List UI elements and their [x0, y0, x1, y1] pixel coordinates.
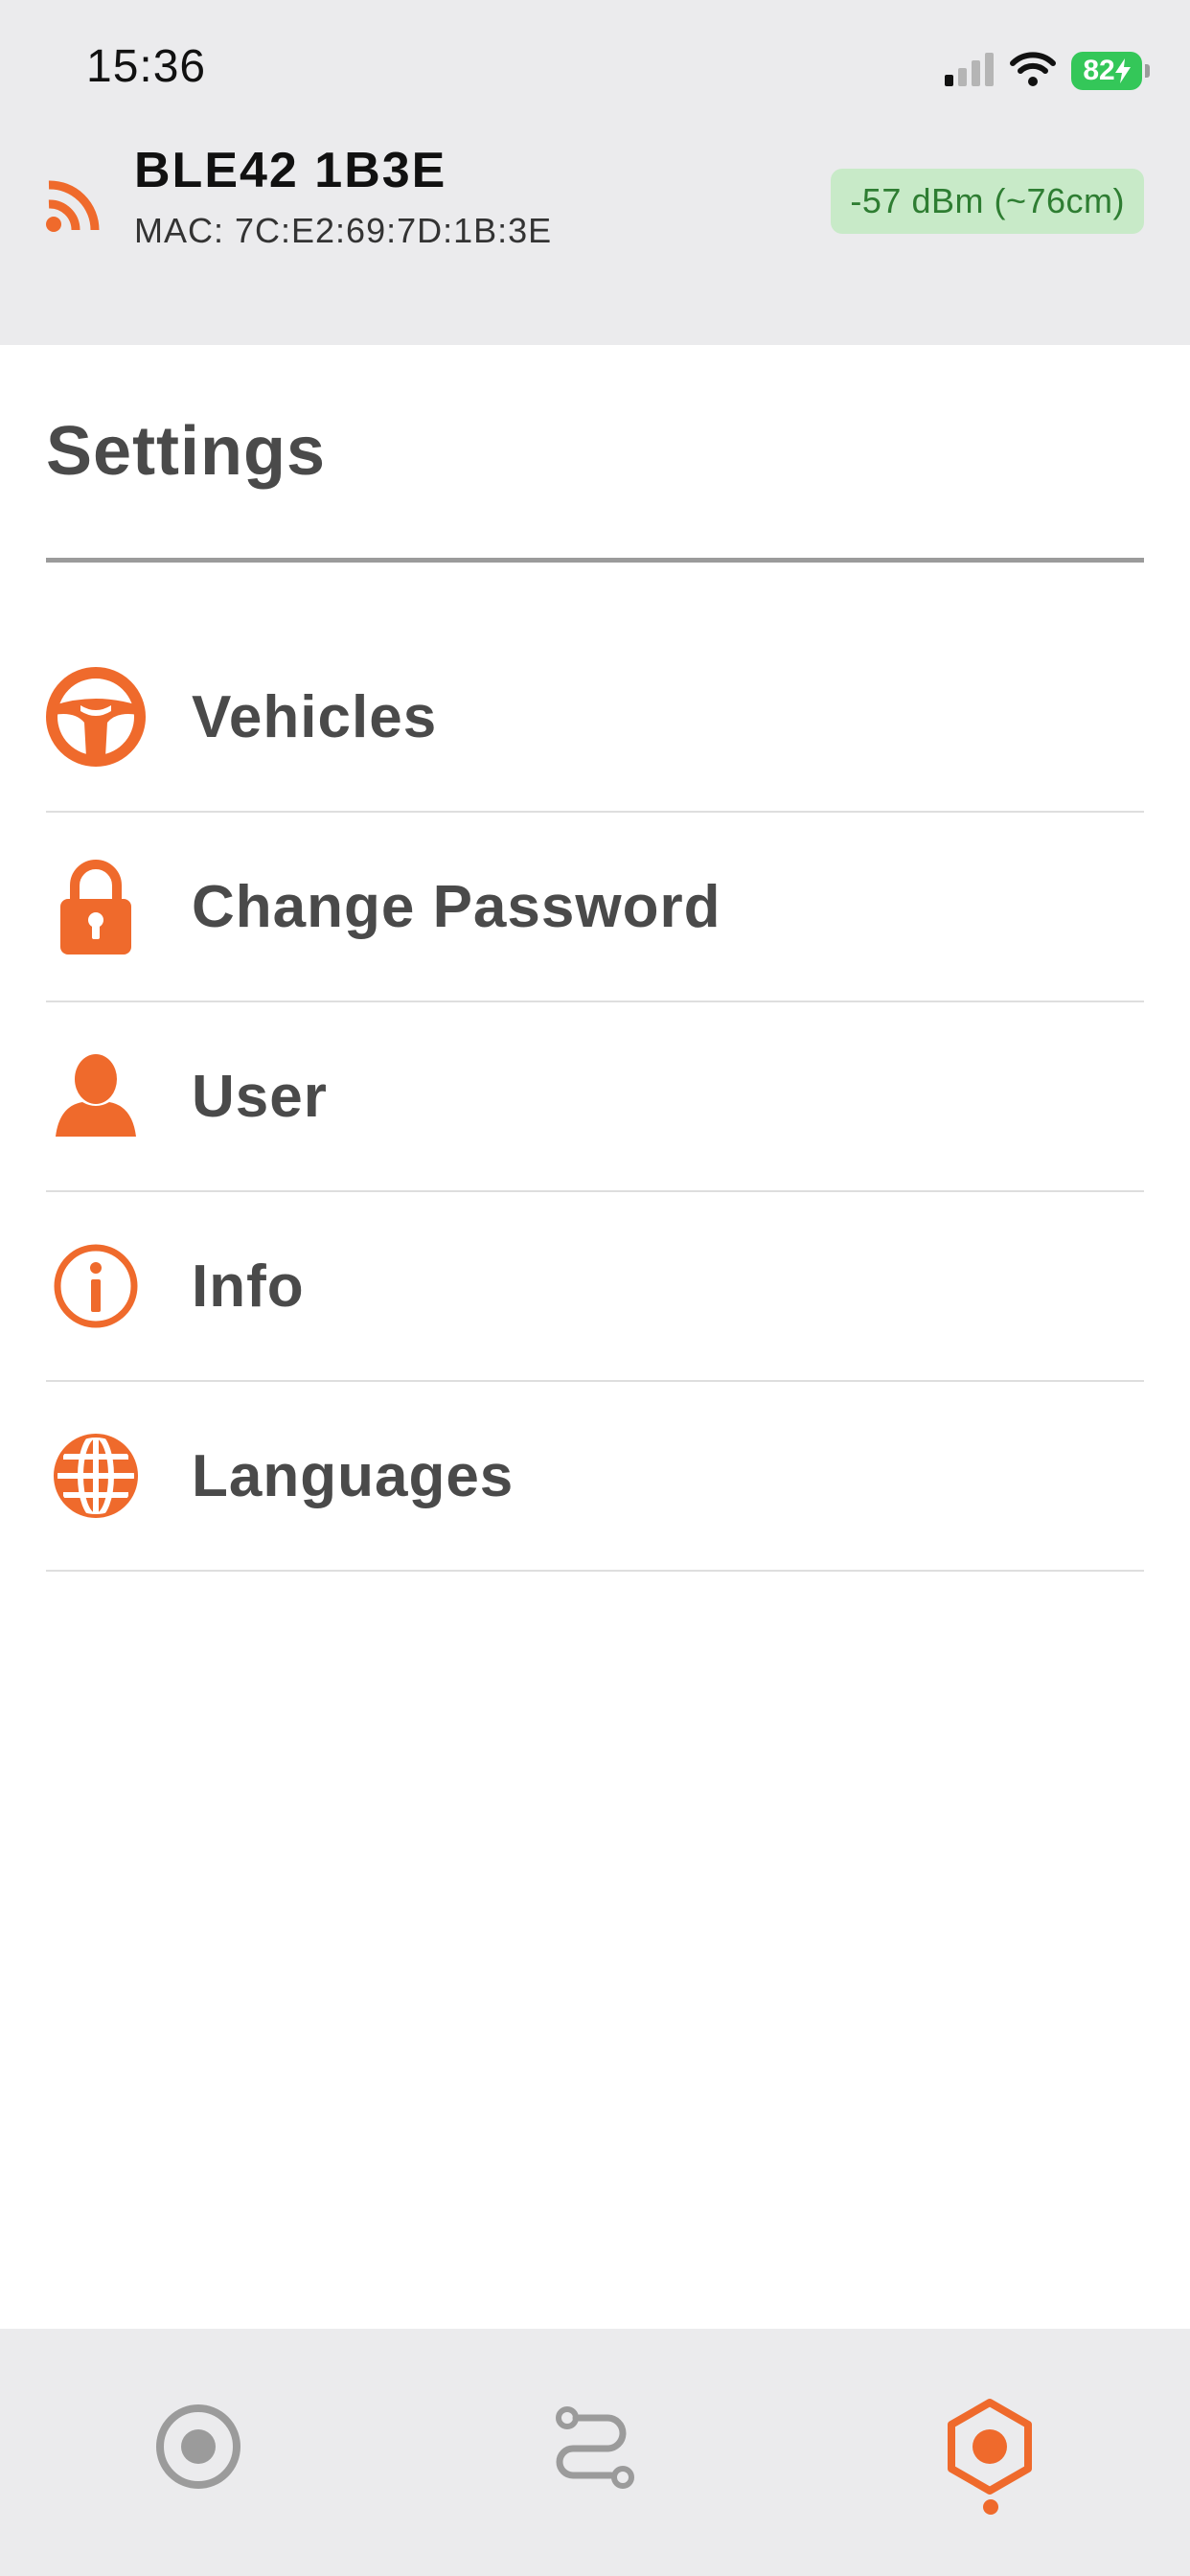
menu-item-change-password[interactable]: Change Password — [46, 813, 1144, 1002]
menu-item-vehicles[interactable]: Vehicles — [46, 623, 1144, 813]
route-icon — [548, 2401, 640, 2497]
tab-record[interactable] — [136, 2386, 261, 2511]
device-text: BLE42 1B3E MAC: 7C:E2:69:7D:1B:3E — [134, 143, 553, 251]
tab-route[interactable] — [532, 2386, 656, 2511]
rssi-badge: -57 dBm (~76cm) — [831, 169, 1144, 234]
battery-charging-icon: 82 — [1071, 52, 1150, 90]
tab-bar — [0, 2329, 1190, 2576]
charging-bolt-icon — [1114, 58, 1131, 83]
device-info: BLE42 1B3E MAC: 7C:E2:69:7D:1B:3E — [46, 143, 553, 251]
menu-item-label: User — [192, 1063, 328, 1130]
status-icons: 82 — [943, 48, 1150, 94]
globe-icon — [46, 1426, 146, 1526]
settings-screen: 15:36 82 BLE42 1B3E MAC: 7C:E2:69:7D:1B:… — [0, 0, 1190, 2576]
menu-item-label: Vehicles — [192, 683, 438, 750]
cellular-signal-icon — [943, 52, 995, 91]
main-content: Settings Vehicles Change Password User I… — [0, 345, 1190, 2329]
menu-item-info[interactable]: Info — [46, 1192, 1144, 1382]
ble-signal-icon — [46, 144, 105, 237]
menu-item-languages[interactable]: Languages — [46, 1382, 1144, 1572]
page-title: Settings — [46, 413, 327, 490]
device-mac: MAC: 7C:E2:69:7D:1B:3E — [134, 211, 553, 250]
record-icon — [152, 2401, 244, 2497]
active-tab-indicator — [983, 2499, 998, 2515]
menu-item-user[interactable]: User — [46, 1002, 1144, 1192]
lock-icon — [46, 857, 146, 956]
steering-wheel-icon — [46, 667, 146, 767]
menu-item-label: Change Password — [192, 873, 721, 940]
user-icon — [46, 1046, 146, 1146]
device-name: BLE42 1B3E — [134, 143, 447, 198]
wifi-icon — [1010, 51, 1056, 91]
title-divider — [46, 558, 1144, 563]
menu-item-label: Languages — [192, 1442, 515, 1509]
battery-level: 82 — [1083, 55, 1115, 86]
settings-hex-icon — [940, 2397, 1040, 2501]
status-time: 15:36 — [86, 41, 207, 92]
info-icon — [46, 1236, 146, 1336]
settings-menu: Vehicles Change Password User Info Langu… — [46, 623, 1144, 1572]
tab-settings[interactable] — [927, 2386, 1052, 2511]
menu-item-label: Info — [192, 1253, 305, 1320]
header: 15:36 82 BLE42 1B3E MAC: 7C:E2:69:7D:1B:… — [0, 0, 1190, 345]
